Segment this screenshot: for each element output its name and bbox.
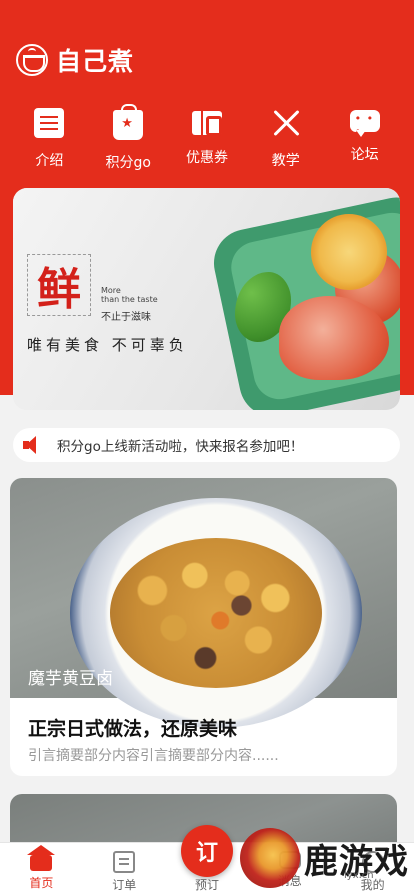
tab-label: 预订 (194, 878, 219, 892)
article-summary: 引言摘要部分内容引言摘要部分内容...... (28, 748, 279, 764)
nav-item-forum[interactable]: 论坛 (330, 108, 400, 172)
banner-subtitle: 不止于滋味 (101, 312, 151, 323)
quick-nav: 介绍 积分go 优惠券 教学 论坛 (0, 104, 414, 172)
nav-item-teaching[interactable]: 教学 (251, 108, 321, 172)
nav-label: 教学 (271, 153, 300, 169)
nav-label: 积分go (105, 155, 151, 171)
article-card[interactable]: 魔芋黄豆卤 正宗日式做法，还原美味 引言摘要部分内容引言摘要部分内容...... (10, 478, 397, 776)
beans-dish-image (110, 538, 322, 688)
tab-home[interactable]: 首页 (0, 843, 83, 896)
chat-icon (349, 110, 380, 138)
site-watermark: 鹿游戏 lyx.cn (240, 822, 414, 892)
banner-slogan: 唯有美食 不可辜负 (27, 336, 188, 354)
shopping-bag-icon (113, 104, 144, 140)
app-title: 自己煮 (56, 47, 135, 76)
banner-char-box: 鲜 (27, 254, 91, 316)
lemon-slice-image (311, 214, 387, 290)
reserve-fab-button[interactable]: 订 (181, 825, 233, 877)
banner-more-text-2: than the taste (101, 295, 158, 304)
banner-big-char: 鲜 (37, 264, 81, 315)
promo-banner[interactable]: 鲜 More than the taste 不止于滋味 唯有美食 不可辜负 (13, 188, 400, 410)
nav-item-coupons[interactable]: 优惠券 (172, 108, 242, 172)
speaker-icon (23, 435, 45, 455)
watermark-url: lyx.cn (344, 870, 374, 881)
article-caption: 魔芋黄豆卤 (28, 669, 113, 689)
pot-logo-icon (16, 44, 48, 76)
announcement-text: 积分go上线新活动啦，快来报名参加吧！ (57, 439, 304, 455)
nav-item-intro[interactable]: 介绍 (14, 108, 84, 172)
tab-orders[interactable]: 订单 (83, 843, 166, 896)
app-logo: 自己煮 (16, 42, 134, 78)
document-icon (34, 108, 65, 138)
home-icon (27, 845, 56, 871)
fork-knife-icon (271, 108, 301, 138)
order-list-icon (113, 851, 136, 873)
deer-logo-icon (240, 828, 300, 888)
coupon-icon (191, 111, 222, 136)
tab-label: 订单 (112, 878, 137, 892)
nav-label: 论坛 (350, 147, 379, 163)
tab-label: 首页 (29, 876, 54, 890)
announcement-bar[interactable]: 积分go上线新活动啦，快来报名参加吧！ (13, 428, 400, 462)
nav-label: 介绍 (35, 153, 64, 169)
article-title: 正宗日式做法，还原美味 (28, 718, 238, 740)
nav-item-points[interactable]: 积分go (93, 104, 163, 172)
nav-label: 优惠券 (185, 150, 228, 166)
